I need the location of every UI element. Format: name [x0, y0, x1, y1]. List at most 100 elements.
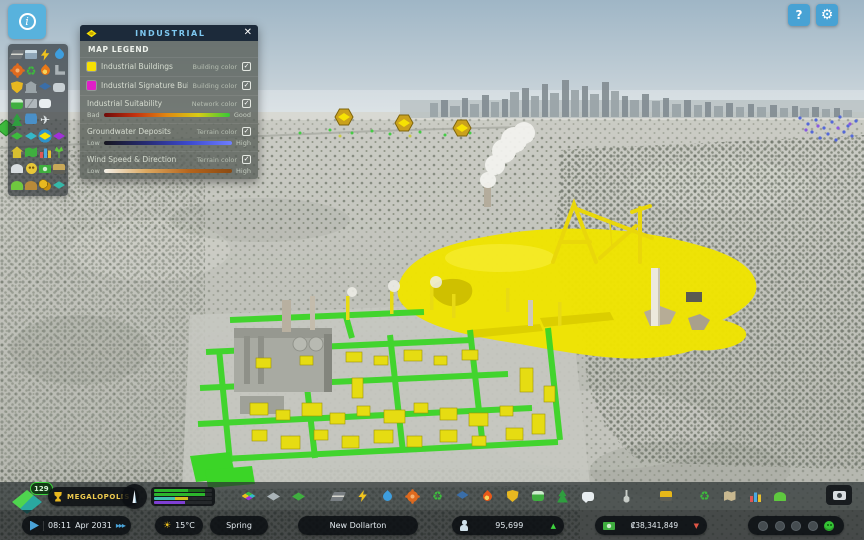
legend-row-suitability: Industrial Suitability Network color ✓ B… [80, 95, 258, 123]
workplaces-infoview-icon[interactable] [52, 161, 66, 176]
season: Spring [226, 521, 252, 530]
landscaping-tool-icon[interactable] [618, 486, 635, 506]
water-availability-infoview-icon[interactable] [24, 128, 38, 143]
happiness-face-icon [775, 521, 785, 531]
happiness-face-icon [808, 521, 818, 531]
happiness-pill[interactable] [748, 516, 844, 535]
demand-bar [154, 497, 212, 500]
snow-infoview-icon[interactable] [10, 161, 24, 176]
zones-infoview-icon[interactable] [10, 128, 24, 143]
industrial-infoview-icon[interactable] [38, 128, 52, 143]
commercial-infoview-icon[interactable] [52, 128, 66, 143]
checkbox[interactable]: ✓ [242, 81, 251, 90]
roads-tool-icon[interactable] [329, 486, 346, 506]
checkbox[interactable]: ✓ [242, 127, 251, 136]
game-screen: i INDUSTRIAL ✕ MAP LEGEND Industrial Bui… [0, 0, 864, 540]
happiness-face-active-icon [824, 521, 834, 531]
administration-infoview-icon[interactable] [24, 80, 38, 95]
infoviews-button[interactable]: i [8, 4, 46, 39]
economy-infoview-icon[interactable] [38, 145, 52, 160]
tourism-income-infoview-icon[interactable] [38, 177, 52, 192]
industrial-resource-marker[interactable] [395, 115, 413, 131]
water-sewage-tool-icon[interactable] [379, 486, 396, 506]
fire-rescue-tool-icon[interactable] [479, 486, 496, 506]
police-infoview-icon[interactable] [10, 80, 24, 95]
economy-tool-icon[interactable] [696, 486, 713, 506]
districts-tool-icon[interactable] [265, 486, 282, 506]
chat-infoview-icon[interactable] [38, 96, 52, 111]
population-pill[interactable]: 95,699 ▲ [452, 516, 564, 535]
legend-row-groundwater: Groundwater Deposits Terrain color ✓ Low… [80, 123, 258, 151]
communications-tool-icon[interactable] [579, 486, 596, 506]
fire-rescue-infoview-icon[interactable] [38, 63, 52, 78]
garbage-tool-icon[interactable] [429, 486, 446, 506]
play-icon[interactable] [30, 521, 39, 531]
bulldozer-tool-icon[interactable] [657, 486, 674, 506]
maintenance-infoview-icon[interactable] [52, 63, 66, 78]
panel-header: INDUSTRIAL ✕ [80, 25, 258, 41]
healthcare-tool-icon[interactable] [404, 486, 421, 506]
healthcare-infoview-icon[interactable] [10, 63, 24, 78]
natural-resources-infoview-icon[interactable] [24, 177, 38, 192]
water-sewage-infoview-icon[interactable] [52, 47, 66, 62]
camera-icon [833, 491, 846, 500]
telecom-infoview-icon[interactable] [52, 80, 66, 95]
separator [43, 521, 44, 531]
parks-recreation-infoview-icon[interactable] [10, 112, 24, 127]
infoviews-sidebar [8, 44, 68, 196]
tax-infoview-icon[interactable] [38, 161, 52, 176]
time-controls: 08:11 Apr 2031 ▸▸▸ [22, 516, 131, 535]
monument-button[interactable] [122, 484, 147, 509]
population-icon [460, 520, 468, 531]
season-pill[interactable]: Spring [210, 516, 268, 535]
checkbox[interactable]: ✓ [242, 62, 251, 71]
money-pill[interactable]: ₡38,341,849 ▼ [595, 516, 707, 535]
parks-recreation-tool-icon[interactable] [554, 486, 571, 506]
transportation-tool-icon[interactable] [529, 486, 546, 506]
industrial-resource-marker[interactable] [453, 120, 471, 136]
settings-button[interactable]: ⚙ [816, 4, 838, 26]
industrial-resource-marker[interactable] [335, 109, 353, 125]
tourism-infoview-icon[interactable] [24, 112, 38, 127]
roads-infoview-icon[interactable] [10, 47, 24, 62]
city-name-pill[interactable]: New Dollarton [298, 516, 418, 535]
help-button[interactable]: ? [788, 4, 810, 26]
game-date: Apr 2031 [75, 521, 112, 530]
weather-pill[interactable]: ☀ 15°C [155, 516, 203, 535]
happiness-infoview-icon[interactable] [24, 161, 38, 176]
routes-infoview-icon[interactable] [38, 112, 52, 127]
electricity-tool-icon[interactable] [354, 486, 371, 506]
police-tool-icon[interactable] [504, 486, 521, 506]
garbage-infoview-icon[interactable] [24, 63, 38, 78]
post-infoview-icon[interactable] [24, 96, 38, 111]
statistics-tool-icon[interactable] [746, 486, 763, 506]
residential-infoview-icon[interactable] [10, 145, 24, 160]
education-tool-icon[interactable] [454, 486, 471, 506]
checkbox[interactable]: ✓ [242, 99, 251, 108]
checkbox[interactable]: ✓ [242, 155, 251, 164]
land-value-infoview-icon[interactable] [24, 145, 38, 160]
transportation-infoview-icon[interactable] [10, 96, 24, 111]
happiness-face-icon [758, 521, 768, 531]
education-infoview-icon[interactable] [38, 80, 52, 95]
fishing-infoview-icon[interactable] [52, 177, 66, 192]
speed-chevrons-icon[interactable]: ▸▸▸ [116, 521, 125, 530]
zoning-demand-panel[interactable] [151, 487, 215, 506]
wind-gradient-bar [104, 169, 232, 173]
close-icon[interactable]: ✕ [244, 28, 252, 38]
main-toolbar [240, 484, 788, 508]
terrain-tool-icon[interactable] [771, 486, 788, 506]
electricity-infoview-icon[interactable] [38, 47, 52, 62]
legend-row-industrial-buildings: Industrial Buildings Building color ✓ [80, 57, 258, 76]
zoning-tool-icon[interactable] [240, 486, 257, 506]
terrain-infoview-icon[interactable] [10, 177, 24, 192]
progression-tool-icon[interactable] [721, 486, 738, 506]
agriculture-infoview-icon[interactable] [52, 145, 66, 160]
industrial-diamond-icon [86, 29, 97, 37]
sun-icon: ☀ [163, 521, 171, 531]
photo-mode-button[interactable] [826, 485, 852, 505]
demand-bar [154, 489, 212, 492]
electronics-infoview-icon[interactable] [24, 47, 38, 62]
vegetation-tool-icon[interactable] [290, 486, 307, 506]
info-icon: i [19, 13, 36, 30]
